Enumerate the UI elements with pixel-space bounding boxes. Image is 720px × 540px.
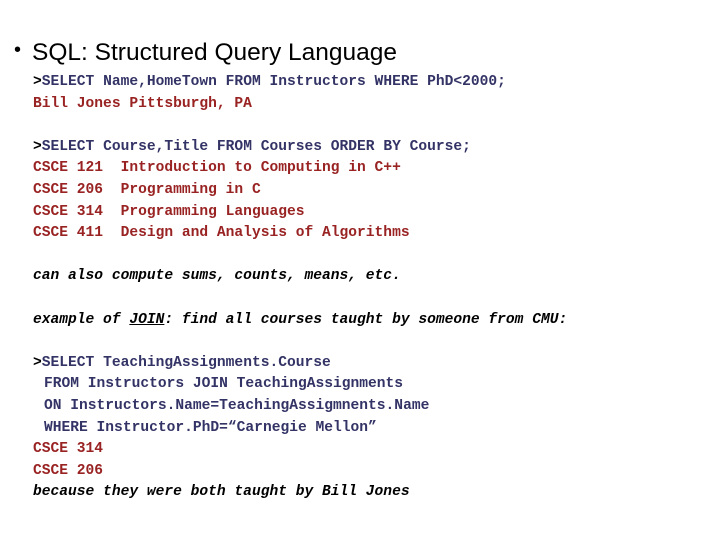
slide-canvas: • SQL: Structured Query Language >SELECT…	[0, 0, 720, 540]
query3-from-clause: FROM Instructors JOIN TeachingAssignment…	[44, 376, 404, 393]
note-join-example: example of JOIN: find all courses taught…	[0, 310, 720, 332]
query3-where-clause: WHERE Instructor.PhD=“Carnegie Mellon”	[44, 419, 377, 436]
query2-result-row: CSCE 314 Programming Languages	[33, 203, 305, 220]
note-join-keyword: JOIN	[129, 311, 165, 328]
query2-result-row: CSCE 121 Introduction to Computing in C+…	[33, 160, 401, 177]
query3-explanation: because they were both taught by Bill Jo…	[33, 484, 410, 501]
note-join-after: : find all courses taught by someone fro…	[164, 311, 568, 328]
query2-result-row: CSCE 411 Design and Analysis of Algorith…	[33, 225, 410, 242]
prompt-symbol: >	[33, 138, 42, 155]
note-join-before: example of	[33, 311, 130, 328]
query3-on-clause: ON Instructors.Name=TeachingAssigmnents.…	[44, 397, 430, 414]
prompt-symbol: >	[33, 354, 42, 371]
query2-statement-line: >SELECT Course,Title FROM Courses ORDER …	[0, 137, 720, 159]
page-title: • SQL: Structured Query Language	[14, 39, 398, 67]
query1-result-row: Bill Jones Pittsburgh, PA	[33, 95, 252, 112]
page-title-text: SQL: Structured Query Language	[32, 39, 398, 66]
code-body: >SELECT Name,HomeTown FROM Instructors W…	[0, 72, 720, 504]
query2-result-row: CSCE 206 Programming in C	[33, 181, 261, 198]
note-aggregate-functions: can also compute sums, counts, means, et…	[33, 268, 401, 285]
query3-result-row: CSCE 314	[33, 441, 104, 458]
query2-statement: SELECT Course,Title FROM Courses ORDER B…	[41, 138, 471, 155]
prompt-symbol: >	[33, 74, 42, 90]
bullet-icon: •	[14, 39, 22, 61]
query3-statement-line: >SELECT TeachingAssignments.Course	[0, 353, 720, 375]
query1-statement: SELECT Name,HomeTown FROM Instructors WH…	[41, 74, 506, 90]
query3-statement: SELECT TeachingAssignments.Course	[41, 354, 331, 371]
query1-statement-line: >SELECT Name,HomeTown FROM Instructors W…	[0, 72, 720, 94]
query3-result-row: CSCE 206	[33, 462, 104, 479]
